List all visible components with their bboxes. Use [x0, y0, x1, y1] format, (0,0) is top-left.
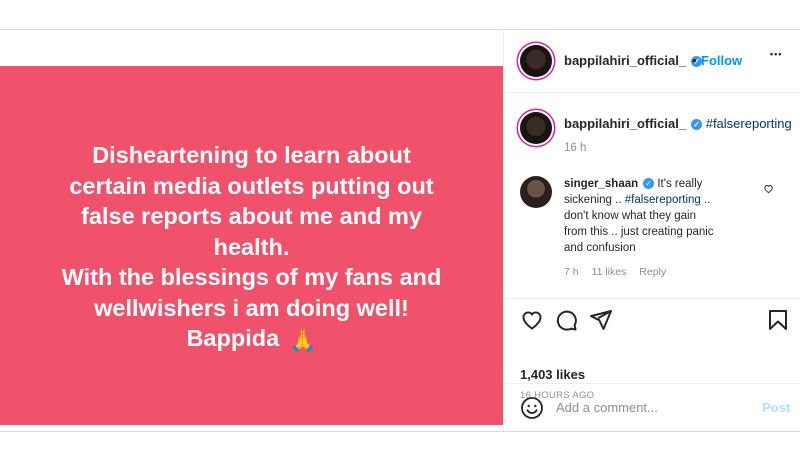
emoji-smiley-icon[interactable] — [520, 396, 544, 420]
author-avatar[interactable] — [520, 45, 552, 77]
commenter-username[interactable]: singer_shaan — [564, 178, 638, 190]
image-text-line: wellwishers i am doing well! — [94, 294, 409, 321]
image-text-line: health. — [213, 233, 290, 260]
comment-like-heart-icon[interactable] — [763, 183, 774, 194]
post-sidebar: bappilahiri_official_ ✓ • Follow ••• bapp… — [503, 30, 800, 431]
share-plane-icon[interactable] — [589, 308, 613, 332]
image-text-line: Bappida — [186, 325, 280, 352]
author-username[interactable]: bappilahiri_official_ ✓ — [564, 53, 703, 68]
commenter-avatar[interactable] — [520, 176, 552, 208]
comment-body: singer_shaan ✓ It's really sickening .. #… — [564, 176, 714, 256]
post-header: bappilahiri_official_ ✓ • Follow ••• — [504, 30, 800, 93]
verified-badge-icon: ✓ — [691, 119, 703, 130]
post-modal: Disheartening to learn about certain med… — [0, 29, 800, 432]
separator-dot: • — [692, 53, 697, 68]
caption-username[interactable]: bappilahiri_official_ — [564, 116, 686, 131]
caption-line: bappilahiri_official_ ✓ #falsereporting — [564, 116, 792, 131]
image-text-line: With the blessings of my fans and — [61, 264, 442, 291]
comment-bubble-icon[interactable] — [554, 308, 578, 332]
verified-badge-icon: ✓ — [643, 178, 655, 189]
reply-button[interactable]: Reply — [639, 266, 666, 278]
post-comment-button[interactable]: Post — [762, 400, 790, 415]
save-bookmark-icon[interactable] — [767, 308, 789, 332]
image-text-signature: Bappida 🙏 — [12, 323, 492, 357]
comment-input[interactable]: Add a comment... — [556, 400, 658, 415]
author-username-text[interactable]: bappilahiri_official_ — [564, 53, 686, 68]
add-comment-bar: Add a comment... Post — [504, 383, 800, 432]
post-image-text: Disheartening to learn about certain med… — [12, 140, 492, 357]
like-heart-icon[interactable] — [520, 308, 544, 332]
comment-age[interactable]: 7 h — [564, 266, 579, 278]
comment-likes-link[interactable]: 11 likes — [592, 266, 627, 278]
follow-button[interactable]: Follow — [701, 53, 742, 68]
image-text-line: false reports about me and my — [81, 203, 422, 230]
image-text-line: certain media outlets putting out — [69, 172, 434, 199]
post-image: Disheartening to learn about certain med… — [0, 66, 503, 425]
caption-hashtag-link[interactable]: #falsereporting — [706, 116, 792, 131]
caption-avatar[interactable] — [520, 112, 552, 144]
likes-count[interactable]: 1,403 likes — [520, 367, 585, 382]
image-text-line: Disheartening to learn about — [92, 142, 411, 169]
comment-meta: 7 h 11 likes Reply — [564, 266, 666, 278]
caption-age[interactable]: 16 h — [564, 142, 586, 154]
comment-hashtag-link[interactable]: #falsereporting — [625, 194, 701, 206]
praying-hands-emoji: 🙏 — [289, 328, 317, 354]
more-options-icon[interactable]: ••• — [770, 49, 782, 59]
